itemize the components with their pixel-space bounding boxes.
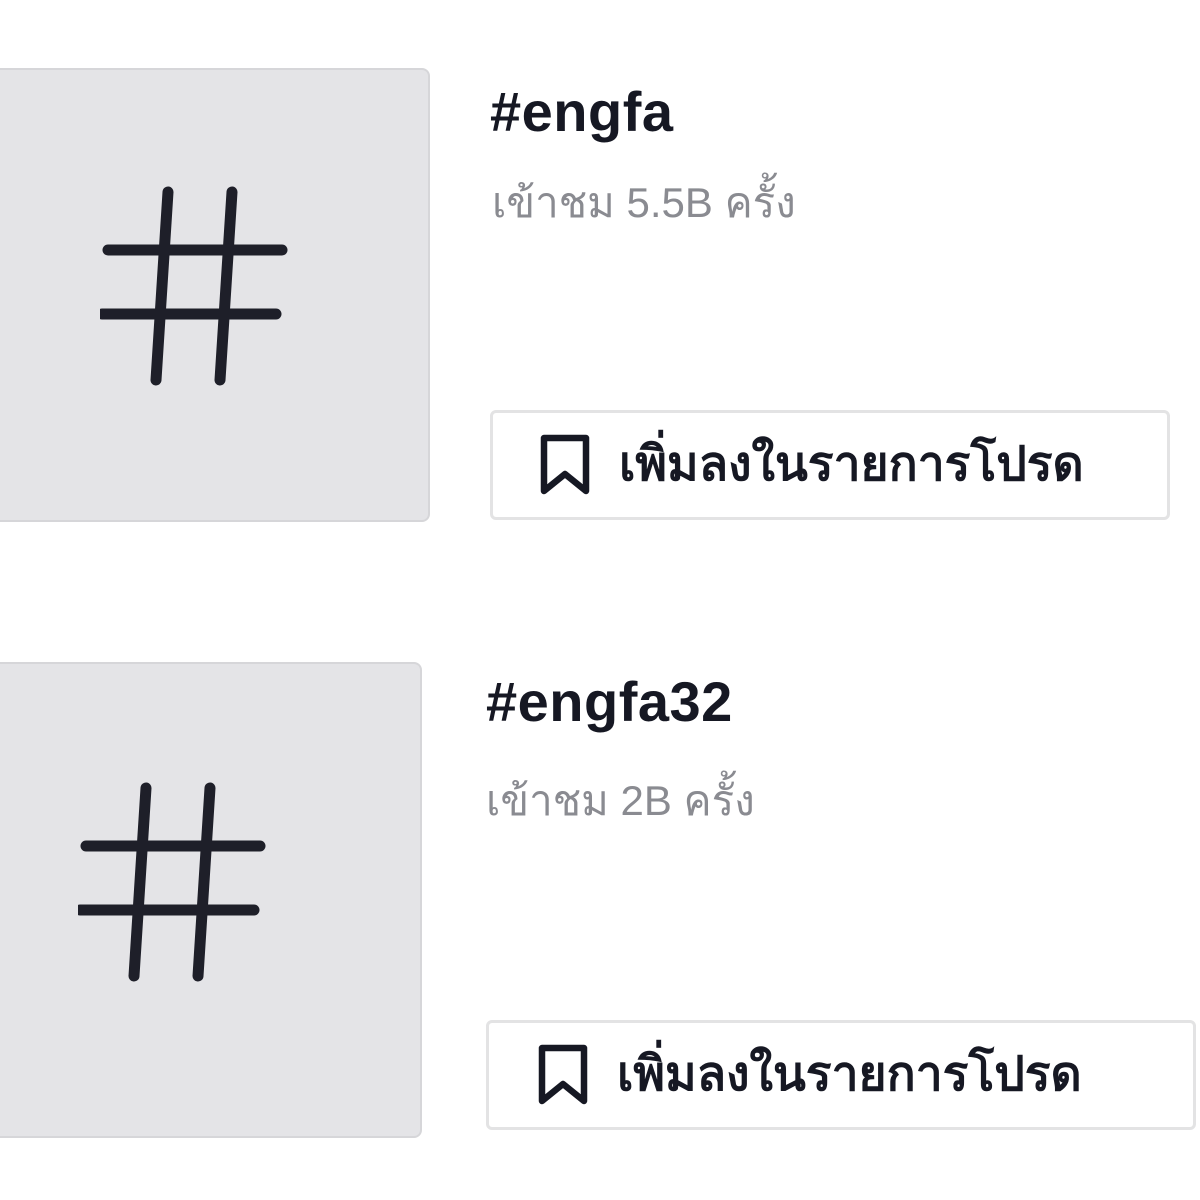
bookmark-icon bbox=[538, 1044, 588, 1105]
hashtag-title[interactable]: #engfa bbox=[490, 84, 674, 140]
hashtag-title[interactable]: #engfa32 bbox=[486, 674, 733, 730]
hashtag-view-count: เข้าชม 2B ครั้ง bbox=[486, 777, 755, 824]
add-to-favorites-label: เพิ่มลงในรายการโปรด bbox=[619, 438, 1084, 491]
add-to-favorites-button[interactable]: เพิ่มลงในรายการโปรด bbox=[486, 1020, 1196, 1130]
hashtag-result-item[interactable]: #engfa32 เข้าชม 2B ครั้ง เพิ่มลงในรายการ… bbox=[0, 662, 1200, 1142]
hashtag-result-item[interactable]: #engfa เข้าชม 5.5B ครั้ง เพิ่มลงในรายการ… bbox=[0, 68, 1200, 548]
hashtag-thumbnail[interactable] bbox=[0, 68, 430, 522]
hashtag-icon bbox=[100, 186, 288, 386]
bookmark-icon bbox=[540, 434, 590, 495]
hashtag-icon bbox=[78, 782, 266, 982]
hashtag-thumbnail[interactable] bbox=[0, 662, 422, 1138]
add-to-favorites-button[interactable]: เพิ่มลงในรายการโปรด bbox=[490, 410, 1170, 520]
add-to-favorites-label: เพิ่มลงในรายการโปรด bbox=[617, 1048, 1082, 1101]
hashtag-view-count: เข้าชม 5.5B ครั้ง bbox=[492, 179, 796, 226]
